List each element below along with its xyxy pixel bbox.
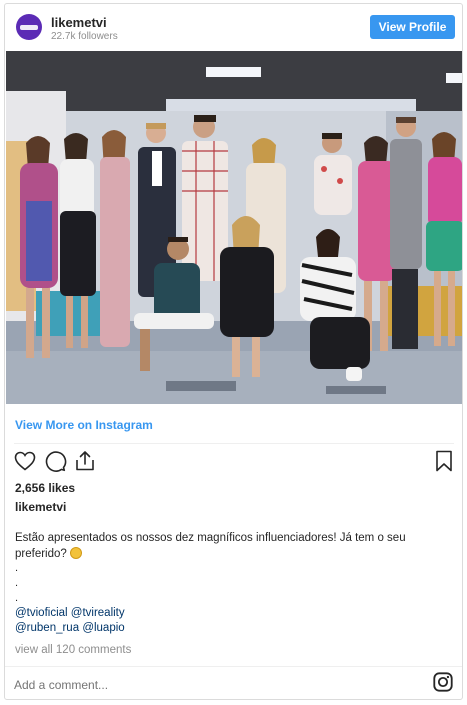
caption-dot: .	[15, 577, 19, 589]
caption-line: preferido?	[15, 546, 455, 562]
caption-question: preferido?	[15, 548, 67, 560]
caption-dot: .	[15, 562, 19, 574]
follower-count: 22.7k followers	[51, 31, 118, 42]
group-photo	[6, 51, 462, 404]
post-header: likemetvi 22.7k followers View Profile	[5, 4, 462, 51]
caption-username[interactable]: likemetvi	[15, 500, 66, 514]
username[interactable]: likemetvi	[51, 15, 107, 30]
post-image[interactable]	[6, 51, 462, 404]
add-comment-input[interactable]	[14, 678, 424, 692]
view-comments-link[interactable]: view all 120 comments	[15, 644, 131, 656]
caption-dot: .	[15, 592, 19, 604]
mention-link[interactable]: @tvioficial	[15, 607, 68, 619]
bookmark-icon[interactable]	[432, 449, 456, 473]
share-icon[interactable]	[73, 449, 97, 473]
mention-link[interactable]: @tvireality	[71, 607, 125, 619]
avatar[interactable]	[16, 14, 42, 40]
caption-line: Estão apresentados os nossos dez magnífi…	[15, 532, 406, 544]
mention-line: @ruben_rua @luapio	[15, 622, 125, 634]
like-count[interactable]: 2,656 likes	[15, 481, 75, 495]
instagram-icon[interactable]	[432, 671, 454, 693]
heart-icon[interactable]	[13, 449, 37, 473]
divider	[5, 666, 462, 667]
view-profile-button[interactable]: View Profile	[370, 15, 455, 39]
mention-link[interactable]: @ruben_rua	[15, 622, 79, 634]
action-bar	[5, 446, 462, 478]
view-more-link[interactable]: View More on Instagram	[15, 418, 153, 432]
divider	[14, 443, 454, 444]
instagram-embed-card: likemetvi 22.7k followers View Profile V…	[4, 3, 463, 700]
caption-text: Estão apresentados os nossos dez magnífi…	[15, 530, 455, 562]
mention-line: @tvioficial @tvireality	[15, 607, 125, 619]
emoji-icon	[69, 547, 82, 559]
mention-link[interactable]: @luapio	[82, 622, 124, 634]
comment-icon[interactable]	[43, 449, 67, 473]
